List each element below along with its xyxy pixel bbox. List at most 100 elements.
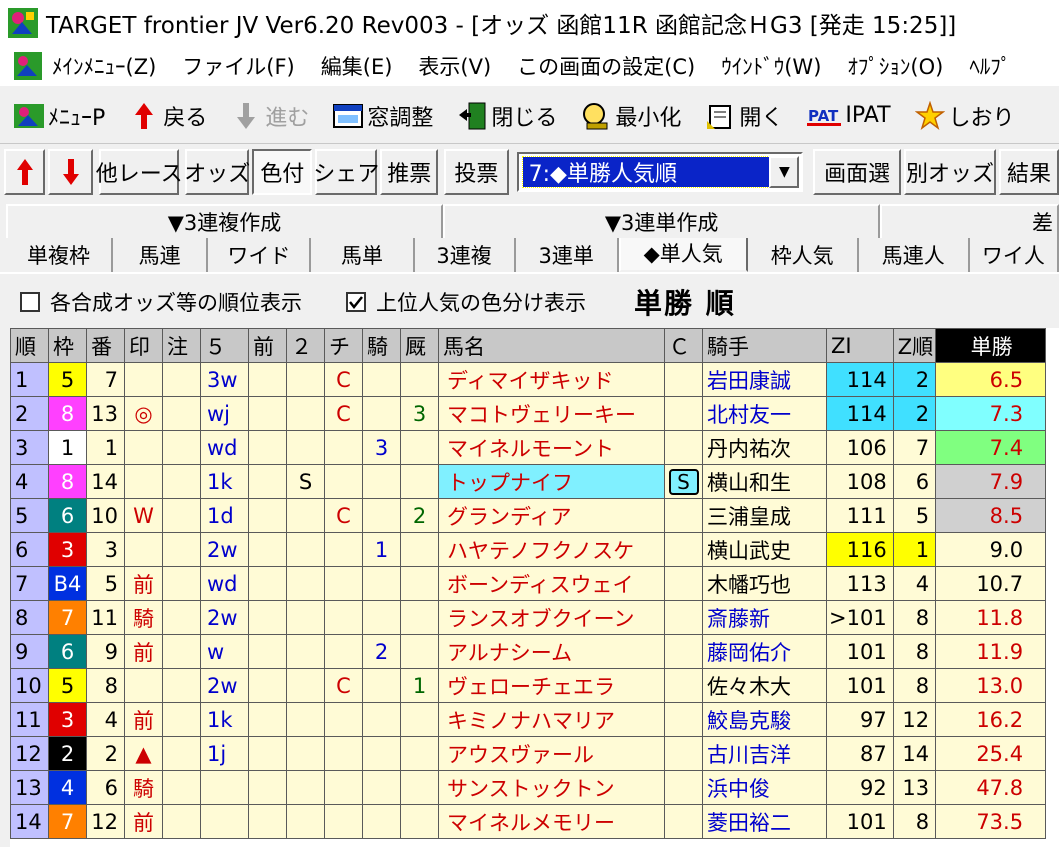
prev-cell[interactable] [248,532,287,567]
note-cell[interactable] [162,532,201,567]
col-c-header[interactable]: Ｃ [664,328,703,363]
rank-cell[interactable]: 14 [10,804,49,839]
rank-cell[interactable]: 4 [10,464,49,499]
zi-rank-cell[interactable]: 1 [892,532,937,567]
prev-cell[interactable] [248,464,287,499]
c-cell[interactable] [664,634,703,669]
odds-button[interactable]: オッズ [184,149,250,195]
mark-cell[interactable]: 前 [124,702,163,737]
tab-exacta[interactable]: 馬単 [311,238,415,272]
two-cell[interactable] [286,668,325,703]
waku-cell[interactable]: 3 [48,702,87,737]
menu-p-button[interactable]: ﾒﾆｭｰP [14,94,105,138]
note-cell[interactable] [162,600,201,635]
prev-cell[interactable] [248,430,287,465]
zi-rank-cell[interactable]: 8 [892,804,937,839]
note-cell[interactable] [162,668,201,703]
col-zi-header[interactable]: ZI [826,328,894,363]
table-row[interactable]: 5 6 10 W 1d C 2 グランディア 三浦皇成 111 5 8.5 [10,498,1047,533]
zi-cell[interactable]: 114 [826,362,894,397]
win-odds-cell[interactable]: 7.9 [935,464,1047,499]
menu-screen-settings[interactable]: この画面の設定(C) [517,51,695,81]
mark-cell[interactable]: ◎ [124,396,163,431]
rank-cell[interactable]: 7 [10,566,49,601]
horse-number-cell[interactable]: 8 [86,668,125,703]
col-ki-header[interactable]: 騎 [362,328,401,363]
table-row[interactable]: 2 8 13 ◎ wj C 3 マコトヴェリーキー 北村友一 114 2 7.3 [10,396,1047,431]
horse-name-cell[interactable]: ヴェローチェエラ [438,668,665,703]
menu-main[interactable]: ﾒｲﾝﾒﾆｭｰ(Z) [52,51,156,81]
zi-cell[interactable]: 92 [826,770,894,805]
horse-number-cell[interactable]: 14 [86,464,125,499]
horse-number-cell[interactable]: 2 [86,736,125,771]
jockey-mark-cell[interactable]: 2 [362,634,401,669]
stable-cell[interactable] [400,702,439,737]
win-odds-cell[interactable]: 11.8 [935,600,1047,635]
two-cell[interactable] [286,736,325,771]
zi-cell[interactable]: 116 [826,532,894,567]
result-button[interactable]: 結果 [998,149,1059,195]
horse-number-cell[interactable]: 1 [86,430,125,465]
jockey-mark-cell[interactable] [362,498,401,533]
zi-rank-cell[interactable]: 6 [892,464,937,499]
horse-number-cell[interactable]: 12 [86,804,125,839]
win-odds-cell[interactable]: 10.7 [935,566,1047,601]
c-cell[interactable] [664,566,703,601]
jockey-cell[interactable]: 木幡巧也 [702,566,827,601]
jockey-cell[interactable]: 浜中俊 [702,770,827,805]
horse-name-cell[interactable]: グランディア [438,498,665,533]
rank-cell[interactable]: 2 [10,396,49,431]
menu-edit[interactable]: 編集(E) [321,51,393,81]
jockey-cell[interactable]: 丹内祐次 [702,430,827,465]
jockey-mark-cell[interactable] [362,702,401,737]
col-zrank-header[interactable]: Z順 [892,328,937,363]
stable-cell[interactable] [400,430,439,465]
table-row[interactable]: 3 1 1 wd 3 マイネルモーント 丹内祐次 106 7 7.4 [10,430,1047,465]
col-mark-header[interactable]: 印 [124,328,163,363]
zi-cell[interactable]: 87 [826,736,894,771]
c-cell[interactable] [664,804,703,839]
c-cell[interactable] [664,396,703,431]
five-cell[interactable]: wd [200,430,249,465]
jockey-cell[interactable]: 岩田康誠 [702,362,827,397]
zi-rank-cell[interactable]: 8 [892,668,937,703]
prev-cell[interactable] [248,702,287,737]
check-cell[interactable] [324,430,363,465]
jockey-mark-cell[interactable]: 3 [362,430,401,465]
zi-rank-cell[interactable]: 8 [892,600,937,635]
zi-cell[interactable]: 108 [826,464,894,499]
mark-cell[interactable]: 騎 [124,600,163,635]
col-odds-header[interactable]: 単勝 [935,328,1047,363]
win-odds-cell[interactable]: 47.8 [935,770,1047,805]
rank-cell[interactable]: 13 [10,770,49,805]
stable-cell[interactable]: 2 [400,498,439,533]
mark-cell[interactable]: 騎 [124,770,163,805]
jockey-cell[interactable]: 横山武史 [702,532,827,567]
chevron-down-icon[interactable]: ▼ [769,156,800,188]
zi-rank-cell[interactable]: 2 [892,396,937,431]
horse-name-cell[interactable]: ランスオブクイーン [438,600,665,635]
c-cell[interactable] [664,770,703,805]
table-row[interactable]: 6 3 3 2w 1 ハヤテノフクノスケ 横山武史 116 1 9.0 [10,532,1047,567]
two-cell[interactable] [286,702,325,737]
table-row[interactable]: 8 7 11 騎 2w ランスオブクイーン 斎藤新 >101 8 11.8 [10,600,1047,635]
tab-win-place-bracket[interactable]: 単複枠 [6,238,114,272]
prev-cell[interactable] [248,566,287,601]
jockey-cell[interactable]: 三浦皇成 [702,498,827,533]
prev-cell[interactable] [248,668,287,703]
check-cell[interactable]: C [324,362,363,397]
horse-name-cell[interactable]: サンストックトン [438,770,665,805]
table-row[interactable]: 11 3 4 前 1k キミノナハマリア 鮫島克駿 97 12 16.2 [10,702,1047,737]
close-window-button[interactable]: 閉じる [457,94,557,138]
c-cell[interactable] [664,532,703,567]
five-cell[interactable]: 2w [200,532,249,567]
two-cell[interactable] [286,498,325,533]
next-race-button[interactable] [48,149,94,195]
horse-name-cell[interactable]: アルナシーム [438,634,665,669]
window-adjust-button[interactable]: 窓調整 [333,94,433,138]
zi-rank-cell[interactable]: 12 [892,702,937,737]
table-row[interactable]: 4 8 14 1k S トップナイフ S 横山和生 108 6 7.9 [10,464,1047,499]
rank-display-checkbox[interactable] [20,292,40,312]
jockey-cell[interactable]: 藤岡佑介 [702,634,827,669]
tab-trio-create[interactable]: ▼3連複作成 [6,204,444,238]
